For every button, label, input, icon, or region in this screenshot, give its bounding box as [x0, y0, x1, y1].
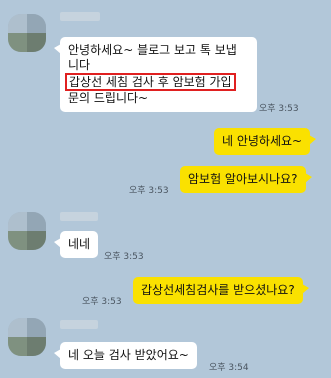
- message-time: 오후 3:53: [259, 104, 299, 114]
- message-time: 오후 3:54: [209, 363, 249, 373]
- message-line: 니다: [68, 58, 91, 72]
- message-text: 암보험 알아보시나요?: [188, 172, 298, 186]
- message-bubble-incoming[interactable]: 안녕하세요~ 블로그 보고 톡 보냅 니다 갑상선 세침 검사 후 암보험 가입…: [54, 37, 257, 112]
- sender-name-blurred: [60, 212, 98, 221]
- message-bubble-outgoing[interactable]: 암보험 알아보시나요?: [180, 166, 312, 193]
- avatar[interactable]: [8, 318, 46, 356]
- message-text: 네 오늘 검사 받았어요~: [68, 348, 189, 362]
- message-text: 네네: [68, 237, 91, 251]
- message-time: 오후 3:53: [129, 186, 169, 196]
- message-text: 네 안녕하세요~: [222, 134, 303, 148]
- message-bubble-incoming[interactable]: 네 오늘 검사 받았어요~: [54, 342, 197, 369]
- message-bubble-outgoing[interactable]: 네 안녕하세요~: [214, 128, 317, 155]
- sender-name-blurred: [60, 320, 98, 329]
- avatar[interactable]: [8, 212, 46, 250]
- message-bubble-incoming[interactable]: 네네: [53, 231, 99, 258]
- message-text: 갑상선세침검사를 받으셨나요?: [141, 283, 295, 297]
- message-line: 문의 드립니다~: [68, 91, 149, 105]
- sender-name-blurred: [60, 12, 100, 21]
- message-time: 오후 3:53: [104, 252, 144, 262]
- highlighted-text: 갑상선 세침 검사 후 암보험 가입: [65, 73, 236, 91]
- message-bubble-outgoing[interactable]: 갑상선세침검사를 받으셨나요?: [133, 277, 309, 304]
- message-time: 오후 3:53: [82, 297, 122, 307]
- avatar[interactable]: [8, 14, 46, 52]
- message-line: 안녕하세요~ 블로그 보고 톡 보냅: [68, 43, 237, 57]
